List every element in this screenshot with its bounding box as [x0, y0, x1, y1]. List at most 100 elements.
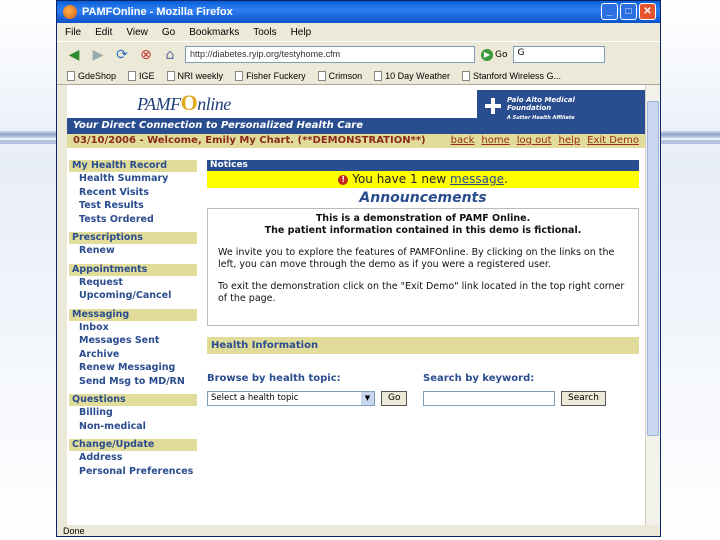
go-button[interactable]: ▶ Go	[481, 48, 508, 61]
back-arrow-icon[interactable]: ◀	[65, 46, 83, 64]
link-exit-demo[interactable]: Exit Demo	[587, 134, 639, 148]
link-home[interactable]: home	[481, 134, 509, 148]
chevron-down-icon: ▼	[361, 392, 374, 405]
sidebar-item-send-msg[interactable]: Send Msg to MD/RN	[69, 375, 197, 389]
bookmark-item[interactable]: GdeShop	[67, 70, 117, 81]
sidebar-item-test-results[interactable]: Test Results	[69, 199, 197, 213]
select-value: Select a health topic	[211, 393, 299, 403]
menu-tools[interactable]: Tools	[253, 27, 276, 38]
link-back[interactable]: back	[451, 134, 475, 148]
status-bar: Done	[63, 526, 85, 536]
link-log-out[interactable]: log out	[517, 134, 552, 148]
menu-bar: File Edit View Go Bookmarks Tools Help	[57, 23, 660, 41]
navigation-toolbar: ◀ ▶ ⟳ ⊗ ⌂ http://diabetes.ryip.org/testy…	[57, 41, 660, 67]
sidebar-item-personal-preferences[interactable]: Personal Preferences	[69, 465, 197, 479]
browser-window: PAMFOnline - Mozilla Firefox _ □ ✕ File …	[56, 0, 661, 537]
cross-icon	[485, 98, 501, 114]
menu-file[interactable]: File	[65, 27, 81, 38]
sidebar-item-request[interactable]: Request	[69, 276, 197, 290]
sidebar-item-address[interactable]: Address	[69, 451, 197, 465]
topic-go-button[interactable]: Go	[381, 391, 408, 406]
scrollbar-thumb[interactable]	[647, 101, 659, 436]
foundation-name-line2: Foundation	[507, 104, 552, 112]
window-title: PAMFOnline - Mozilla Firefox	[82, 6, 233, 18]
menu-bookmarks[interactable]: Bookmarks	[189, 27, 239, 38]
minimize-button[interactable]: _	[601, 3, 618, 20]
sidebar-item-renew-messaging[interactable]: Renew Messaging	[69, 361, 197, 375]
sidebar-item-upcoming-cancel[interactable]: Upcoming/Cancel	[69, 289, 197, 303]
bookmark-item[interactable]: IGE	[128, 70, 155, 81]
welcome-text: 03/10/2006 - Welcome, Emily My Chart. (*…	[73, 135, 426, 146]
sidebar-heading-change-update: Change/Update	[69, 439, 197, 451]
close-button[interactable]: ✕	[639, 3, 656, 20]
exit-instructions: To exit the demonstration click on the "…	[218, 281, 625, 304]
menu-edit[interactable]: Edit	[95, 27, 112, 38]
health-search-row: Browse by health topic: Select a health …	[207, 373, 639, 406]
page-icon	[128, 70, 137, 81]
tagline-text: Your Direct Connection to Personalized H…	[73, 120, 364, 131]
sidebar-item-renew[interactable]: Renew	[69, 244, 197, 258]
pamf-online-logo: PAMFOnline	[137, 90, 231, 115]
sidebar-heading-messaging: Messaging	[69, 308, 197, 321]
welcome-bar: 03/10/2006 - Welcome, Emily My Chart. (*…	[67, 134, 645, 148]
notice-text: You have 1 new	[352, 172, 451, 186]
site-tagline: Your Direct Connection to Personalized H…	[67, 90, 645, 134]
page-icon	[67, 70, 75, 81]
sidebar-heading-prescriptions: Prescriptions	[69, 232, 197, 244]
page-icon	[317, 70, 326, 81]
go-arrow-icon: ▶	[481, 48, 493, 61]
new-message-notice: ! You have 1 new message.	[207, 171, 639, 188]
sidebar-item-billing[interactable]: Billing	[69, 406, 197, 420]
menu-help[interactable]: Help	[291, 27, 312, 38]
foundation-name-line1: Palo Alto Medical	[507, 96, 575, 104]
bookmark-item[interactable]: Fisher Fuckery	[235, 70, 306, 81]
go-button-label: Go	[495, 49, 508, 60]
keyword-search-button[interactable]: Search	[561, 391, 606, 406]
bookmark-label: GdeShop	[78, 70, 117, 81]
announcements-box: This is a demonstration of PAMF Online. …	[207, 208, 639, 326]
vertical-scrollbar[interactable]	[645, 85, 660, 525]
bookmarks-toolbar: GdeShop IGE NRI weekly Fisher Fuckery Cr…	[57, 67, 660, 85]
notices-heading: Notices	[207, 160, 639, 171]
sidebar-item-tests-ordered[interactable]: Tests Ordered	[69, 213, 197, 227]
bookmark-item[interactable]: 10 Day Weather	[374, 70, 450, 81]
sidebar-heading-health-record: My Health Record	[69, 160, 197, 172]
bookmark-label: Crimson	[328, 70, 363, 81]
main-panel: Notices ! You have 1 new message. Announc…	[207, 160, 639, 406]
stop-icon[interactable]: ⊗	[137, 46, 155, 64]
foundation-logo: Palo Alto Medical Foundation A Sutter He…	[477, 90, 645, 134]
forward-arrow-icon[interactable]: ▶	[89, 46, 107, 64]
page-icon	[374, 70, 383, 81]
link-help[interactable]: help	[559, 134, 581, 148]
sidebar-item-archive[interactable]: Archive	[69, 348, 197, 362]
alert-icon: !	[338, 174, 349, 185]
menu-go[interactable]: Go	[162, 27, 175, 38]
sidebar-item-inbox[interactable]: Inbox	[69, 321, 197, 335]
bookmark-item[interactable]: Stanford Wireless G...	[461, 70, 561, 81]
browse-topic-column: Browse by health topic: Select a health …	[207, 373, 423, 406]
sidebar-item-recent-visits[interactable]: Recent Visits	[69, 186, 197, 200]
reload-icon[interactable]: ⟳	[113, 46, 131, 64]
bookmark-item[interactable]: NRI weekly	[166, 70, 223, 81]
page-icon	[461, 70, 470, 81]
message-link[interactable]: message	[450, 172, 504, 186]
bookmark-item[interactable]: Crimson	[317, 70, 363, 81]
sidebar-item-health-summary[interactable]: Health Summary	[69, 172, 197, 186]
browser-search-input[interactable]: G	[513, 46, 606, 63]
page-icon	[166, 70, 175, 81]
url-bar[interactable]: http://diabetes.ryip.org/testyhome.cfm	[185, 46, 475, 63]
title-bar: PAMFOnline - Mozilla Firefox _ □ ✕	[57, 1, 660, 23]
home-icon[interactable]: ⌂	[161, 46, 179, 64]
page-icon	[235, 70, 244, 81]
demo-instructions: We invite you to explore the features of…	[218, 247, 615, 270]
sidebar-item-non-medical[interactable]: Non-medical	[69, 420, 197, 434]
sidebar-heading-questions: Questions	[69, 394, 197, 406]
keyword-search-column: Search by keyword: Search	[423, 373, 639, 406]
maximize-button[interactable]: □	[620, 3, 637, 20]
keyword-search-input[interactable]	[423, 391, 555, 406]
health-topic-select[interactable]: Select a health topic ▼	[207, 391, 375, 406]
browse-topic-label: Browse by health topic:	[207, 373, 341, 384]
sidebar-item-messages-sent[interactable]: Messages Sent	[69, 334, 197, 348]
bookmark-label: Fisher Fuckery	[246, 70, 306, 81]
menu-view[interactable]: View	[126, 27, 148, 38]
